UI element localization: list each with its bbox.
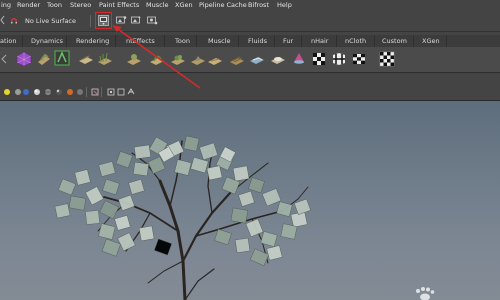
brush-preset-checker-a-icon[interactable] [311,51,327,67]
ipr-render-icon[interactable]: + [131,15,142,26]
brush-preset-grass-icon[interactable] [97,51,113,67]
tab-dynamics[interactable]: Dynamics [23,35,67,47]
menu-toon[interactable]: Toon [47,1,62,10]
magnet-icon[interactable] [9,15,19,25]
tab-rendering[interactable]: Rendering [67,35,116,47]
panel-toolbar [0,84,500,101]
tab-label: Dynamics [31,37,64,45]
tab-label: nCloth [345,37,367,45]
brush-preset-plane-icon[interactable] [78,51,94,67]
brush-preset-wood-icon[interactable] [229,51,245,67]
tab-label: Fur [283,37,294,45]
shaded-sphere-icon[interactable] [33,88,41,96]
menu-pipeline-cache[interactable]: Pipeline Cache [199,1,247,10]
svg-text:+: + [138,15,141,20]
tab-xgen[interactable]: XGen [414,35,447,47]
brush-preset-water-icon[interactable] [249,51,265,67]
render-current-frame-icon[interactable] [116,15,127,26]
paint-effects-tree-render [54,135,311,300]
tab-label: Toon [175,37,190,45]
tab-label: Rendering [76,37,110,45]
panel-menu-strip [0,73,500,84]
shelf-tabs: ation Dynamics Rendering ntEffects Toon … [0,35,500,47]
tab-toon[interactable]: Toon [165,35,197,47]
tab-label: Muscle [208,37,231,45]
tab-nhair[interactable]: nHair [302,35,337,47]
menu-render[interactable]: Render [17,1,40,10]
tab-animation[interactable]: ation [0,35,23,47]
brush-preset-cloud-icon[interactable] [270,51,286,67]
brush-preset-sand-icon[interactable] [207,51,223,67]
textured-sphere-icon[interactable] [44,88,52,96]
status-line-arrow-icon[interactable] [0,14,6,26]
brush-preset-flower-icon[interactable] [126,51,142,67]
menu-bifrost[interactable]: Bifrost [248,1,269,10]
brush-preset-checker-c-icon[interactable] [351,51,367,67]
tab-fluids[interactable]: Fluids [239,35,275,47]
live-surface-label[interactable]: No Live Surface [25,17,76,25]
status-separator [90,15,91,27]
tab-label: Fluids [248,37,267,45]
brush-preset-green-icon[interactable] [54,50,70,66]
brush-preset-checker-d-icon[interactable] [379,51,395,67]
menu-stereo[interactable]: Stereo [70,1,91,10]
highlight-annotation [95,12,112,29]
shadows-icon[interactable] [66,88,74,96]
brush-preset-bush-icon[interactable] [170,51,186,67]
render-settings-icon[interactable] [147,15,158,26]
tab-paint-effects[interactable]: ntEffects [116,35,165,47]
lighting-icon[interactable] [55,88,63,96]
default-material-icon[interactable] [22,88,30,96]
wireframe-sphere-icon[interactable] [14,88,22,96]
xray-icon[interactable] [107,88,115,96]
tab-label: ation [0,37,17,45]
tab-muscle[interactable]: Muscle [197,35,239,47]
menu-muscle[interactable]: Muscle [146,1,169,10]
tab-label: XGen [422,37,440,45]
menu-help[interactable]: Help [277,1,292,10]
tab-label: Custom [382,37,407,45]
brush-preset-tree-icon[interactable] [36,51,52,67]
xray-joints-icon[interactable] [117,88,125,96]
tab-fur[interactable]: Fur [275,35,302,47]
menu-paint-effects[interactable]: Paint Effects [99,1,139,10]
ambient-occlusion-icon[interactable] [76,88,84,96]
brush-preset-cone-icon[interactable] [291,51,307,67]
shelf-scroll-icon[interactable] [1,54,7,64]
tab-label: ntEffects [126,37,155,45]
yellow-light-icon[interactable] [3,88,11,96]
get-brush-icon[interactable] [16,51,32,67]
brush-preset-checker-b-icon[interactable] [331,51,347,67]
perspective-viewport[interactable] [0,101,500,300]
tab-ncloth[interactable]: nCloth [337,35,375,47]
brush-preset-leaf-icon[interactable] [149,51,165,67]
tab-custom[interactable]: Custom [375,35,414,47]
menu-animation[interactable]: ing [1,1,11,10]
menu-xgen[interactable]: XGen [175,1,193,10]
toolbar-separator [101,87,102,97]
main-menubar: ing Render Toon Stereo Paint Effects Mus… [0,0,500,11]
paw-watermark-icon [416,287,435,300]
xray-components-icon[interactable] [127,88,135,96]
isolate-select-icon[interactable] [91,88,99,96]
brush-preset-rock-icon[interactable] [190,51,206,67]
toolbar-separator [86,87,87,97]
tab-label: nHair [311,37,329,45]
